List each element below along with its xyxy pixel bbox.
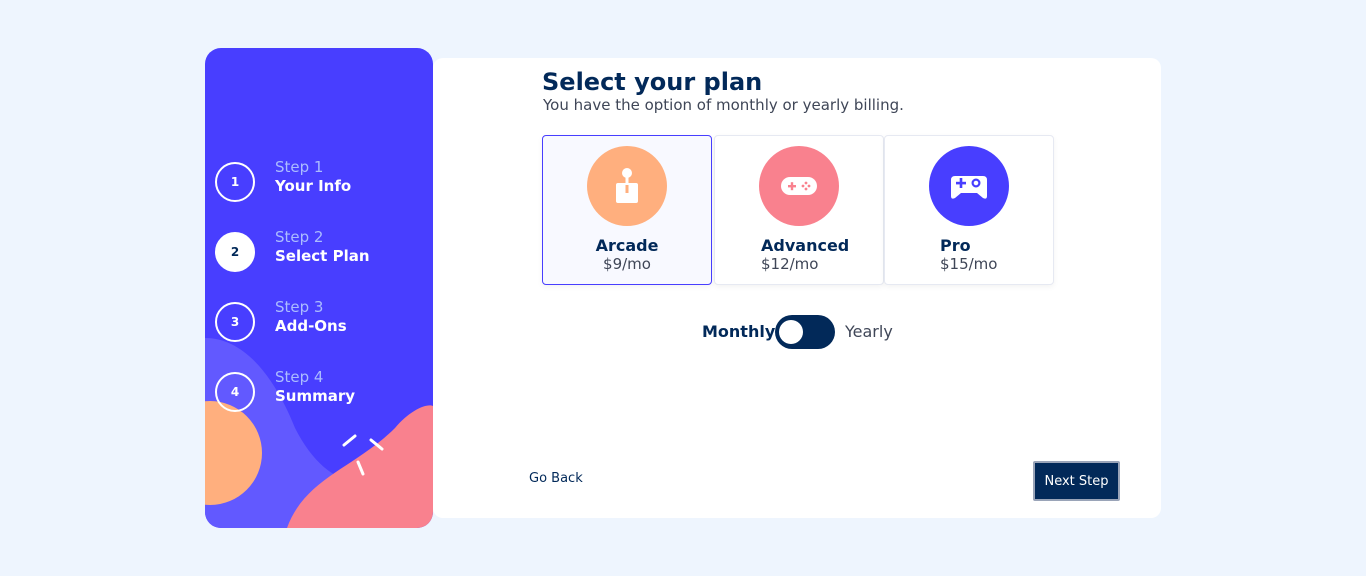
go-back-button[interactable]: Go Back [529, 471, 583, 486]
plan-option-advanced[interactable]: Advanced $12/mo [714, 135, 884, 285]
sidebar-step-3[interactable]: 3 Step 3 Add-Ons [215, 298, 425, 344]
form-card [433, 58, 1161, 518]
sidebar-decoration [205, 338, 433, 528]
step-name: Summary [275, 387, 356, 405]
plan-name: Arcade [595, 236, 659, 255]
next-step-button[interactable]: Next Step [1033, 461, 1120, 501]
page-title: Select your plan [542, 68, 763, 96]
step-number: 2 [215, 232, 255, 272]
yearly-label[interactable]: Yearly [845, 322, 893, 341]
step-number: 1 [215, 162, 255, 202]
step-label: Step 4 [275, 368, 324, 386]
step-number: 4 [215, 372, 255, 412]
step-name: Your Info [275, 177, 352, 195]
plan-option-pro[interactable]: Pro $15/mo [884, 135, 1054, 285]
step-label: Step 1 [275, 158, 324, 176]
sidebar-step-1[interactable]: 1 Step 1 Your Info [215, 158, 425, 204]
step-name: Add-Ons [275, 317, 347, 335]
arcade-joystick-icon [587, 146, 667, 226]
step-name: Select Plan [275, 247, 370, 265]
plan-price: $15/mo [940, 255, 998, 273]
controller-icon [929, 146, 1009, 226]
billing-toggle-row: Monthly Yearly [702, 315, 902, 349]
billing-toggle-switch[interactable] [775, 315, 835, 349]
plan-option-arcade[interactable]: Arcade $9/mo [542, 135, 712, 285]
step-number: 3 [215, 302, 255, 342]
step-label: Step 3 [275, 298, 324, 316]
plan-price: $9/mo [603, 255, 651, 273]
monthly-label[interactable]: Monthly [702, 322, 775, 341]
page-subtitle: You have the option of monthly or yearly… [543, 96, 904, 114]
step-label: Step 2 [275, 228, 324, 246]
sidebar-step-4[interactable]: 4 Step 4 Summary [215, 368, 425, 414]
toggle-knob [779, 320, 803, 344]
sidebar: 1 Step 1 Your Info 2 Step 2 Select Plan … [205, 48, 433, 528]
gamepad-icon [759, 146, 839, 226]
sidebar-step-2[interactable]: 2 Step 2 Select Plan [215, 228, 425, 274]
plan-name: Pro [940, 236, 971, 255]
